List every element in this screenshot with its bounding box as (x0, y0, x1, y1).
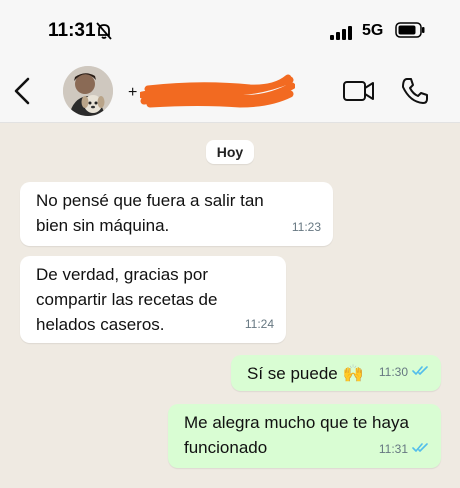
status-time: 11:31 (48, 20, 96, 41)
outgoing-message[interactable]: Me alegra mucho que te haya funcionado 1… (168, 404, 441, 468)
message-line: funcionado (184, 438, 268, 457)
message-line: compartir las recetas de (36, 290, 218, 309)
battery-icon (395, 22, 425, 43)
message-line: Me alegra mucho que te haya (184, 413, 409, 432)
message-line: helados caseros. (36, 315, 165, 334)
chat-header: + (0, 64, 460, 123)
date-label: Hoy (206, 140, 254, 164)
message-line: De verdad, gracias por (36, 265, 208, 284)
status-bar: 11:31 5G (0, 0, 460, 64)
signal-icon (330, 26, 352, 45)
chat-area[interactable]: Hoy No pensé que fuera a salir tan bien … (0, 123, 460, 488)
network-type: 5G (362, 22, 384, 39)
bell-slash-icon (96, 22, 112, 45)
video-call-icon[interactable] (342, 78, 376, 109)
message-time: 11:23 (291, 220, 321, 234)
message-line: Sí se puede 🙌 (247, 364, 364, 383)
outgoing-message[interactable]: Sí se puede 🙌 11:30 (231, 355, 441, 391)
message-line: bien sin máquina. (36, 216, 170, 235)
message-line: No pensé que fuera a salir tan (36, 191, 264, 210)
redaction-scribble (138, 74, 296, 117)
incoming-message[interactable]: No pensé que fuera a salir tan bien sin … (20, 182, 333, 246)
phone-call-icon[interactable] (400, 76, 430, 111)
double-check-icon (412, 437, 429, 462)
incoming-message[interactable]: De verdad, gracias por compartir las rec… (20, 256, 286, 343)
back-chevron-icon[interactable] (12, 76, 32, 111)
double-check-icon (412, 360, 429, 385)
message-time: 11:30 (378, 365, 408, 379)
contact-avatar[interactable] (63, 66, 113, 116)
message-time: 11:24 (244, 317, 274, 331)
contact-name[interactable]: + (128, 84, 137, 102)
message-time: 11:31 (378, 442, 408, 456)
